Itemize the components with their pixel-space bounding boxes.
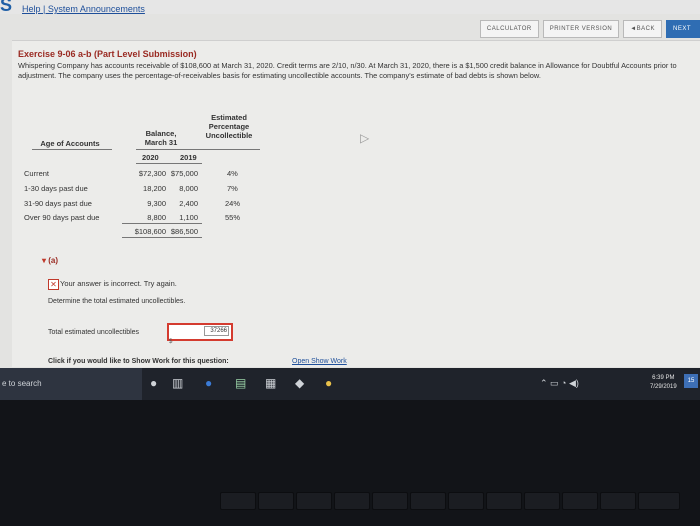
calculator-button[interactable]: CALCULATOR xyxy=(479,20,539,38)
year-2019-header: 2019 xyxy=(180,153,197,162)
exercise-description: Whispering Company has accounts receivab… xyxy=(18,61,677,80)
divider xyxy=(200,149,260,150)
table-cell: 9,300 xyxy=(147,199,166,208)
file-explorer-icon[interactable]: ▤ xyxy=(235,376,246,390)
feedback-text: Your answer is incorrect. Try again. xyxy=(60,279,177,288)
taskbar-search[interactable]: e to search xyxy=(0,368,142,400)
part-a-toggle[interactable]: ▾ (a) xyxy=(42,256,58,265)
currency-symbol: $ xyxy=(169,339,173,345)
back-button[interactable]: ◄BACK xyxy=(623,20,662,38)
exercise-title: Exercise 9-06 a-b (Part Level Submission… xyxy=(18,49,197,59)
table-row-age: Current xyxy=(24,169,50,178)
clock-date: 7/29/2019 xyxy=(650,384,677,390)
col-estimated-header: Estimated Percentage Uncollectible xyxy=(205,113,253,140)
system-tray-icons[interactable]: ⌃ ▭ ◔ ◀) xyxy=(540,378,579,389)
app-icon[interactable]: ◆ xyxy=(295,376,304,390)
keyboard-key xyxy=(372,492,408,510)
table-cell: 55% xyxy=(225,213,241,222)
chrome-icon[interactable]: ● xyxy=(325,376,332,390)
keyboard-key xyxy=(524,492,560,510)
toolbar: CALCULATOR PRINTER VERSION ◄BACK NEXT xyxy=(479,20,700,38)
store-icon[interactable]: ▦ xyxy=(265,376,276,390)
total-2019: $86,500 xyxy=(170,227,198,236)
clock-time: 6:39 PM xyxy=(652,375,675,381)
keyboard-key xyxy=(638,492,680,510)
total-label: Total estimated uncollectibles xyxy=(48,329,140,336)
table-cell: 1,100 xyxy=(179,213,198,222)
table-cell: 8,800 xyxy=(147,213,166,222)
keyboard-key xyxy=(258,492,294,510)
next-button[interactable]: NEXT xyxy=(666,20,700,38)
answer-input[interactable]: 37266 xyxy=(204,326,229,336)
printer-version-button[interactable]: PRINTER VERSION xyxy=(542,20,620,38)
cursor-icon: ▷ xyxy=(360,131,370,145)
table-cell: 7% xyxy=(227,184,238,193)
table-cell: 24% xyxy=(225,199,241,208)
divider xyxy=(32,149,112,150)
divider xyxy=(136,163,202,164)
total-2020: $108,600 xyxy=(134,227,166,236)
keyboard-key xyxy=(486,492,522,510)
table-cell: 2,400 xyxy=(179,199,198,208)
edge-icon[interactable]: ● xyxy=(205,376,212,390)
task-view-icon[interactable]: ▥ xyxy=(172,376,183,390)
table-cell: 4% xyxy=(227,169,238,178)
divider xyxy=(122,237,202,238)
question-content: Exercise 9-06 a-b (Part Level Submission… xyxy=(12,40,700,367)
keyboard-key xyxy=(334,492,370,510)
incorrect-icon: ✕ xyxy=(48,279,59,290)
microphone-icon[interactable]: ● xyxy=(150,376,157,390)
keyboard-key xyxy=(410,492,446,510)
col-age-header: Age of Accounts xyxy=(40,139,100,148)
assignment-panel: CALCULATOR PRINTER VERSION ◄BACK NEXT Ex… xyxy=(0,14,700,368)
table-cell: 8,000 xyxy=(179,184,198,193)
part-a-label: (a) xyxy=(48,256,59,265)
divider xyxy=(136,149,202,150)
keyboard-key xyxy=(562,492,598,510)
table-cell: $75,000 xyxy=(170,169,198,178)
keyboard-key xyxy=(220,492,256,510)
year-2020-header: 2020 xyxy=(142,153,159,162)
table-row-age: 1-30 days past due xyxy=(24,184,88,193)
show-work-question: Click if you would like to Show Work for… xyxy=(48,358,229,365)
laptop-keyboard-area xyxy=(0,400,700,526)
col-balance-header: Balance, March 31 xyxy=(144,129,178,147)
clock[interactable]: 6:39 PM 7/29/2019 xyxy=(650,374,677,392)
top-strip: S Help | System Announcements xyxy=(0,0,700,15)
keyboard-key xyxy=(600,492,636,510)
keyboard-key xyxy=(296,492,332,510)
table-cell: 18,200 xyxy=(143,184,166,193)
help-links[interactable]: Help | System Announcements xyxy=(22,4,145,14)
table-row-age: Over 90 days past due xyxy=(24,213,100,222)
instruction-text: Determine the total estimated uncollecti… xyxy=(48,298,186,305)
table-row-age: 31-90 days past due xyxy=(24,199,92,208)
notification-badge[interactable]: 15 xyxy=(684,374,698,388)
table-cell: $72,300 xyxy=(138,169,166,178)
keyboard-key xyxy=(448,492,484,510)
divider xyxy=(122,223,202,224)
show-work-link[interactable]: Open Show Work xyxy=(292,358,347,365)
windows-taskbar: e to search ● ▥ ● ▤ ▦ ◆ ● ⌃ ▭ ◔ ◀) 6:39 … xyxy=(0,368,700,400)
